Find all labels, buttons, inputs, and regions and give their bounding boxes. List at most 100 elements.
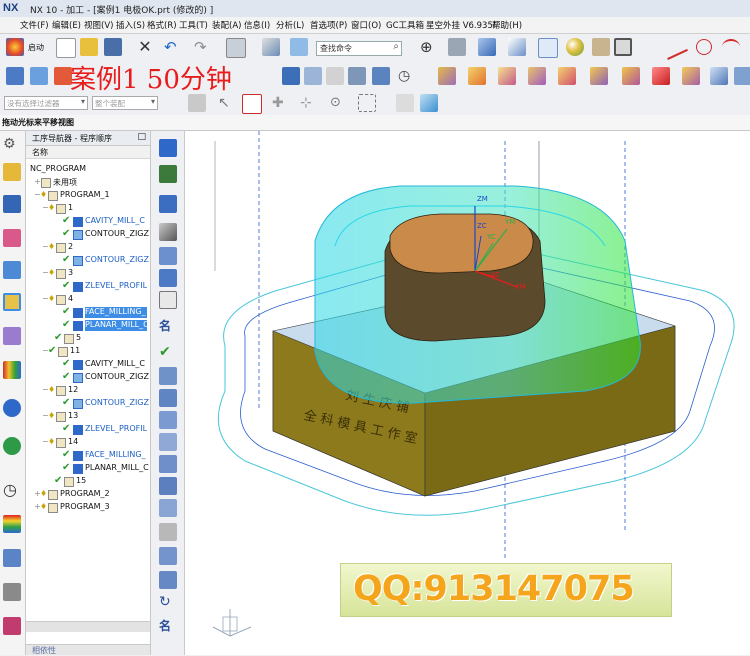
feature-cube-4-icon[interactable] (528, 67, 546, 85)
tree-row[interactable]: ✔ 5 (26, 332, 150, 345)
part-icon[interactable] (3, 327, 21, 345)
copy-icon[interactable] (159, 269, 177, 287)
history-clock-icon[interactable]: ◷ (3, 481, 21, 499)
approve-check-icon[interactable]: ✔ (159, 343, 177, 361)
table-icon[interactable] (159, 523, 177, 541)
tree-row[interactable]: − ♦ 13 (26, 410, 150, 423)
close-icon[interactable]: ✕ (136, 38, 154, 56)
chevron-down-icon[interactable]: ▾ (81, 97, 85, 106)
wireframe-cube-icon[interactable] (538, 38, 558, 58)
view-cube-icon[interactable] (508, 38, 526, 56)
tree-row[interactable]: − ♦ 2 (26, 241, 150, 254)
machine-tool-icon[interactable] (3, 583, 21, 601)
curve-icon[interactable] (722, 39, 740, 55)
menu-view[interactable]: 视图(V) (84, 19, 113, 31)
filter-select[interactable]: 没有选择过滤器 ▾ (4, 96, 88, 110)
tree-row[interactable]: ✔ CONTOUR_ZIGZ (26, 254, 150, 267)
open-folder-icon[interactable] (80, 38, 98, 56)
tool-2-icon[interactable] (159, 389, 177, 407)
menu-analysis[interactable]: 分析(L) (276, 19, 304, 31)
feature-cube-5-icon[interactable] (558, 67, 576, 85)
show-cube-icon[interactable] (420, 94, 438, 112)
display-icon[interactable] (226, 38, 246, 58)
machine-view-icon[interactable] (3, 195, 21, 213)
tree-row[interactable]: − ♦ 4 (26, 293, 150, 306)
tree-row[interactable]: + 未用项 (26, 176, 150, 189)
menu-file[interactable]: 文件(F) (20, 19, 49, 31)
method-icon[interactable] (159, 195, 177, 213)
snap-end-icon[interactable]: ✚ (272, 94, 290, 112)
tree-row[interactable]: ✔ CAVITY_MILL_C (26, 358, 150, 371)
tool-9-icon[interactable] (159, 571, 177, 589)
tree-row[interactable]: ✔ FACE_MILLING_ (26, 306, 150, 319)
geometry-view-icon[interactable] (3, 229, 21, 247)
menu-edit[interactable]: 编辑(E) (52, 19, 81, 31)
rotate-view-icon[interactable] (448, 38, 466, 56)
library-icon[interactable] (3, 361, 21, 379)
tree-row[interactable]: ✔ ZLEVEL_PROFIL (26, 280, 150, 293)
menu-gc-toolbox[interactable]: GC工具箱 (386, 19, 424, 31)
tree-row[interactable]: − ♦ 3 (26, 267, 150, 280)
name-icon[interactable]: 名 (159, 617, 177, 635)
dependency-panel[interactable]: 相依性 (26, 644, 150, 655)
tree-row[interactable]: ✔ FACE_MILLING_ (26, 449, 150, 462)
tree-row[interactable]: ✔ CONTOUR_ZIGZ (26, 397, 150, 410)
start-label[interactable]: 启动 (28, 42, 44, 53)
maximize-icon[interactable]: □ (137, 132, 146, 142)
menu-plugin[interactable]: 星空外挂 V6.935F (426, 19, 498, 31)
verify-icon[interactable] (304, 67, 322, 85)
graphics-window[interactable]: 刘 生 庆 铺 全 科 模 具 工 作 室 ZM YM XM ZC YC XC … (185, 131, 750, 655)
web-icon[interactable] (3, 437, 21, 455)
feature-cube-10-icon[interactable] (710, 67, 728, 85)
tool-1-icon[interactable] (159, 367, 177, 385)
start-icon[interactable] (6, 38, 24, 56)
box-select-icon[interactable] (358, 94, 376, 112)
menu-tools[interactable]: 工具(T) (179, 19, 208, 31)
point-snap-icon[interactable] (242, 94, 262, 114)
shop-doc-icon[interactable] (372, 67, 390, 85)
chevron-down-icon[interactable]: ▾ (151, 97, 155, 106)
sphere-icon[interactable] (566, 38, 584, 56)
tool-3-icon[interactable] (159, 411, 177, 429)
snap-mid-icon[interactable]: ⊹ (300, 94, 318, 112)
tree-row[interactable]: ✔ PLANAR_MILL_C (26, 319, 150, 332)
tree-row[interactable]: NC_PROGRAM (26, 163, 150, 176)
list-icon[interactable] (326, 67, 344, 85)
hide-icon[interactable] (396, 94, 414, 112)
edit-tool-icon[interactable] (262, 38, 280, 56)
settings-icon[interactable]: ⚙ (3, 135, 21, 153)
method-view-icon[interactable] (3, 261, 21, 279)
search-icon[interactable]: ⌕ (393, 41, 399, 52)
mirror-icon[interactable] (159, 223, 177, 241)
roles-icon[interactable] (3, 399, 21, 417)
tree-row[interactable]: ✔ CONTOUR_ZIGZ (26, 228, 150, 241)
refresh-icon[interactable]: ↻ (159, 593, 177, 611)
tree-row[interactable]: + ♦ PROGRAM_2 (26, 488, 150, 501)
border-icon[interactable] (614, 38, 632, 56)
layer-icon[interactable] (592, 38, 610, 56)
menu-window[interactable]: 窗口(O) (351, 19, 381, 31)
name-column-header[interactable]: 名称 (26, 146, 150, 159)
new-file-icon[interactable] (56, 38, 76, 58)
feature-cube-2-icon[interactable] (468, 67, 486, 85)
create-operation-icon[interactable] (159, 139, 177, 157)
zoom-icon[interactable]: ⊕ (420, 38, 438, 56)
menu-info[interactable]: 信息(I) (244, 19, 270, 31)
tree-row[interactable]: ✔ PLANAR_MILL_C (26, 462, 150, 475)
feature-cube-1-icon[interactable] (438, 67, 456, 85)
menu-help[interactable]: 帮助(H) (492, 19, 522, 31)
window-icon[interactable] (290, 38, 308, 56)
save-icon[interactable] (104, 38, 122, 56)
shaded-cube-icon[interactable] (478, 38, 496, 56)
tool-5-icon[interactable] (159, 455, 177, 473)
assembly-select[interactable]: 整个装配 ▾ (92, 96, 158, 110)
view-triad[interactable] (212, 609, 252, 637)
feature-cube-6-icon[interactable] (590, 67, 608, 85)
generate-path-icon[interactable] (282, 67, 300, 85)
toolpath-icon[interactable] (159, 165, 177, 183)
horizontal-scrollbar[interactable] (26, 621, 150, 632)
postprocess-icon[interactable] (348, 67, 366, 85)
command-search-input[interactable]: 查找命令 ⌕ (316, 41, 402, 56)
rename-icon[interactable]: 名 (159, 317, 177, 335)
feature-cube-7-icon[interactable] (622, 67, 640, 85)
